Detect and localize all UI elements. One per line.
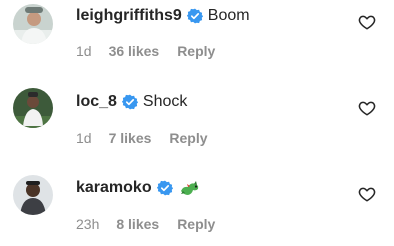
username[interactable]: leighgriffiths9 <box>76 7 182 25</box>
comment-item: leighgriffiths9 Boom 1d 36 likes Reply <box>0 0 394 82</box>
comment-time[interactable]: 1d <box>76 130 92 146</box>
avatar[interactable] <box>13 88 53 128</box>
comment-item: loc_8 Shock 1d 7 likes Reply <box>0 82 394 164</box>
user-avatar-photo <box>13 88 53 128</box>
dragon-emoji-icon <box>179 179 201 197</box>
likes-count[interactable]: 36 likes <box>109 43 160 59</box>
comment-text: Boom <box>207 7 250 24</box>
comment-meta: 1d 36 likes Reply <box>76 42 215 60</box>
reply-button[interactable]: Reply <box>177 43 215 59</box>
verified-badge-icon <box>156 180 173 196</box>
reply-button[interactable]: Reply <box>169 130 207 146</box>
verified-badge-icon <box>186 8 203 24</box>
comment-text: Shock <box>142 93 188 110</box>
comment-line: karamoko <box>76 177 201 199</box>
comment-time[interactable]: 23h <box>76 216 99 232</box>
comment-meta: 1d 7 likes Reply <box>76 129 208 147</box>
avatar[interactable] <box>13 4 53 44</box>
comment-item: karamoko 23h 8 likes Reply <box>0 164 394 246</box>
username[interactable]: loc_8 <box>76 93 117 111</box>
comment-line: loc_8 Shock <box>76 91 187 113</box>
user-avatar-photo <box>13 4 53 44</box>
likes-count[interactable]: 7 likes <box>109 130 152 146</box>
verified-badge-icon <box>121 94 138 110</box>
username[interactable]: karamoko <box>76 179 152 197</box>
comments-list: leighgriffiths9 Boom 1d 36 likes Reply l… <box>0 0 394 246</box>
reply-button[interactable]: Reply <box>177 216 215 232</box>
user-avatar-photo <box>13 175 53 215</box>
comment-time[interactable]: 1d <box>76 43 92 59</box>
comment-meta: 23h 8 likes Reply <box>76 215 215 233</box>
heart-outline-icon[interactable] <box>358 99 376 117</box>
likes-count[interactable]: 8 likes <box>116 216 159 232</box>
heart-outline-icon[interactable] <box>358 185 376 203</box>
heart-outline-icon[interactable] <box>358 13 376 31</box>
comment-line: leighgriffiths9 Boom <box>76 5 250 27</box>
avatar[interactable] <box>13 175 53 215</box>
